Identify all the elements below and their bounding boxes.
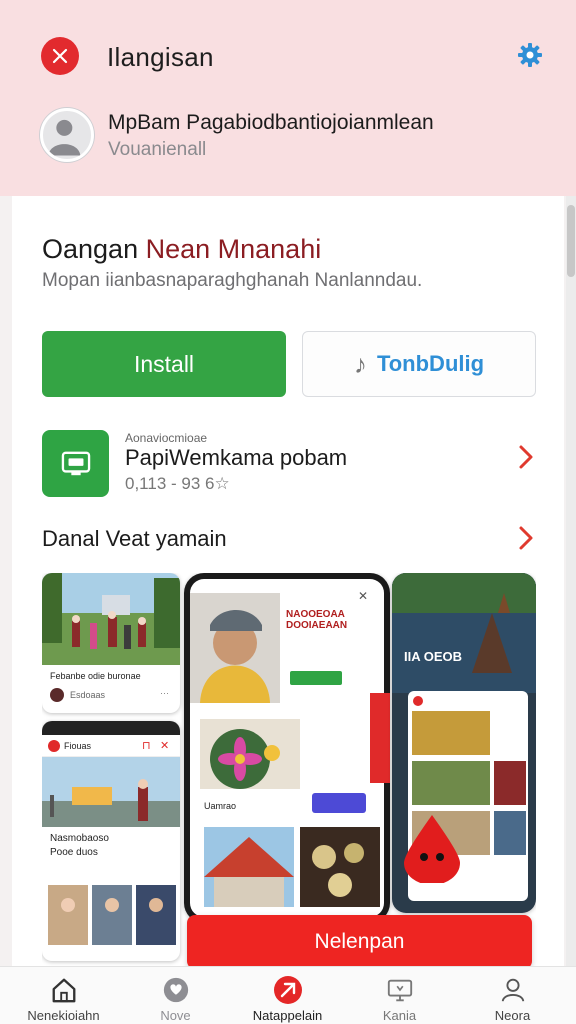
apps-icon [273, 975, 303, 1005]
app-title-part1: Oangan [42, 234, 146, 264]
screenshot-4[interactable]: IIA OEOB [392, 573, 536, 913]
chevron-right-icon[interactable] [516, 443, 536, 471]
nav-item-favorites[interactable]: Nove [118, 967, 233, 1024]
app-header: Ilangisan MpBam Pagabiodbantiojoianmlean… [0, 0, 576, 196]
status-bar [42, 721, 180, 735]
chevron-right-icon[interactable] [516, 524, 536, 552]
nav-item-profile[interactable]: Neora [455, 967, 570, 1024]
related-app-row[interactable]: Aonaviocmioae PapiWemkama pobam 0,113 - … [42, 429, 540, 499]
screenshot-3[interactable]: NAOOEOAA DOOIAEAAN ✕ Uamrao [184, 573, 390, 923]
cta-button[interactable]: Nelenpan [187, 915, 532, 969]
home-icon [49, 975, 79, 1005]
scrollbar-thumb[interactable] [567, 205, 575, 277]
nav-label: Natappelain [252, 1008, 323, 1023]
mini-toolbar: Fiouas ⊓ ✕ [42, 735, 180, 757]
screenshot-1-photo [42, 573, 180, 665]
music-note-icon: ♪ [353, 348, 367, 379]
close-icon [52, 48, 68, 64]
flower-photo [200, 719, 300, 789]
promo-button [290, 671, 342, 685]
section-title: Danal Veat yamain [42, 526, 227, 551]
install-button[interactable]: Install [42, 331, 286, 397]
tv-icon [385, 975, 415, 1005]
gear-icon[interactable] [516, 41, 544, 69]
close-button[interactable] [41, 37, 79, 75]
person-icon [48, 119, 81, 156]
screenshot-2-header: Fiouas [64, 741, 92, 751]
app-overline: Aonaviocmioae [125, 431, 208, 445]
food-photo [300, 827, 380, 907]
more-icon: ⋯ [160, 688, 169, 698]
screenshot-2[interactable]: Fiouas ⊓ ✕ Nasmobaoso Pooe duos [42, 721, 180, 961]
account-name: MpBam Pagabiodbantiojoianmlean [108, 111, 434, 134]
app-title: Oangan Nean Mnanahi [42, 234, 321, 265]
nav-label: Kania [382, 1008, 417, 1023]
app-title-part2: Nean Mnanahi [145, 234, 322, 264]
screenshot-1[interactable]: Febanbe odie buronae Esdoaas ⋯ [42, 573, 180, 713]
app-description: Mopan iianbasnaparaghghanah Nanlanndau. [42, 270, 423, 291]
temple-photo [392, 573, 536, 693]
screenshot-2-photo [42, 757, 180, 827]
app-rating-meta: 0,113 - 93 6☆ [125, 474, 230, 493]
bookmark-icon: ⊓ [142, 740, 151, 752]
screenshot-2-caption: Nasmobaoso [50, 833, 109, 844]
secondary-button[interactable]: ♪ TonbDulig [302, 331, 536, 397]
app-icon [42, 430, 109, 497]
screenshot-2-grid [48, 885, 176, 945]
promo-headline: IIA OEOB [404, 649, 463, 664]
nav-item-home[interactable]: Nenekioiahn [6, 967, 121, 1024]
promo-headline: NAOOEOAA DOOIAEAAN [286, 609, 348, 631]
portrait-photo [190, 593, 280, 703]
screenshot-carousel[interactable]: Febanbe odie buronae Esdoaas ⋯ Fiouas ⊓ … [42, 573, 536, 968]
screenshot-2-subtitle: Pooe duos [50, 847, 98, 858]
nav-item-tv[interactable]: Kania [342, 967, 457, 1024]
close-icon: ✕ [160, 740, 170, 752]
mascot-icon [404, 815, 460, 883]
header-title: Ilangisan [107, 42, 214, 72]
house-photo [204, 827, 294, 907]
cast-icon [61, 451, 90, 475]
nav-label: Nenekioiahn [27, 1008, 100, 1023]
screenshot-1-caption: Febanbe odie buronae [50, 671, 141, 681]
avatar[interactable] [40, 108, 94, 162]
card-label: Uamrao [204, 801, 237, 811]
scrollbar-track[interactable] [566, 196, 576, 976]
secondary-button-label: TonbDulig [376, 351, 485, 376]
card-button [312, 793, 366, 813]
avatar [50, 688, 64, 702]
screenshot-1-subtitle: Esdoaas [70, 690, 106, 700]
logo-icon [48, 740, 60, 752]
nav-label: Neora [494, 1008, 531, 1023]
nav-item-apps[interactable]: Natappelain [230, 967, 345, 1024]
phone-screen: NAOOEOAA DOOIAEAAN ✕ Uamrao [190, 579, 384, 917]
account-subtitle: Vouanienall [108, 139, 207, 160]
heart-icon [161, 975, 191, 1005]
app-name: PapiWemkama pobam [125, 445, 348, 470]
side-accent [370, 693, 390, 783]
person-icon [498, 975, 528, 1005]
bottom-nav: Nenekioiahn Nove Natappelain Kania Neora [0, 966, 576, 1024]
nav-label: Nove [160, 1008, 191, 1023]
close-icon: ✕ [358, 589, 369, 603]
